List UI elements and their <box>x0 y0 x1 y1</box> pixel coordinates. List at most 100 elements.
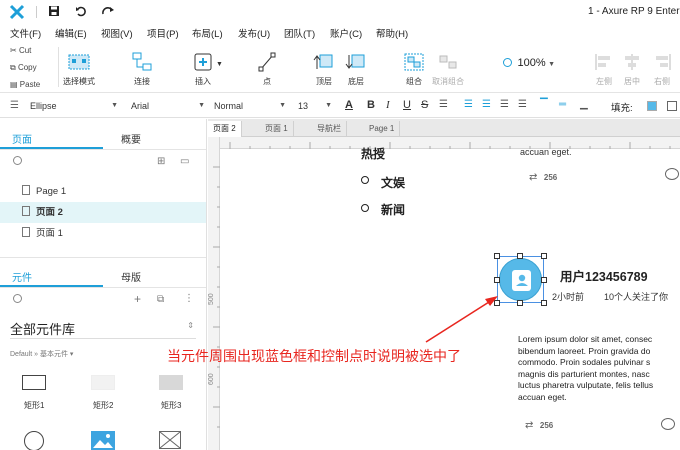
undo-icon[interactable] <box>74 5 88 19</box>
resize-handle[interactable] <box>494 253 500 259</box>
insert-dropdown-icon[interactable]: ▼ <box>216 61 223 68</box>
add-folder-icon[interactable]: ▭ <box>180 156 189 167</box>
valign-top-icon[interactable]: ▔ <box>540 99 548 110</box>
bold-icon[interactable]: B <box>367 99 375 111</box>
tab-masters[interactable]: 母版 <box>121 269 141 284</box>
font-size-select[interactable]: 13 ▼ <box>298 98 334 114</box>
align-text-center-icon[interactable]: ☰ <box>482 99 491 110</box>
menu-file[interactable]: 文件(F) <box>10 26 41 40</box>
follow-notice[interactable]: 10个人关注了你 <box>604 290 668 303</box>
cut-button[interactable]: ✂ Cut <box>10 46 31 55</box>
strikethrough-icon[interactable]: S <box>421 99 428 111</box>
menu-edit[interactable]: 编辑(E) <box>55 26 87 40</box>
ungroup-button[interactable]: 取消组合 <box>426 51 470 87</box>
search-icon <box>503 58 512 67</box>
ellipse-widget-icon[interactable] <box>24 431 44 450</box>
resize-handle[interactable] <box>541 300 547 306</box>
font-style-select[interactable]: Normal ▼ <box>214 98 288 114</box>
italic-icon[interactable]: I <box>386 99 390 111</box>
border-color-swatch[interactable] <box>667 101 677 111</box>
resize-handle[interactable] <box>517 300 523 306</box>
more-icon[interactable]: ⋮ <box>184 293 194 304</box>
save-icon[interactable] <box>47 5 61 19</box>
shape-select[interactable]: Ellipse ▼ <box>30 98 120 114</box>
format-bar: ☰ Ellipse ▼ Arial ▼ Normal ▼ 13 ▼ A B I … <box>0 94 680 118</box>
align-right-button[interactable]: 右侧 <box>640 51 680 87</box>
menu-help[interactable]: 帮助(H) <box>376 26 408 40</box>
align-text-left-icon[interactable]: ☰ <box>464 99 473 110</box>
menu-bar: 文件(F) 编辑(E) 视图(V) 项目(P) 布局(L) 发布(U) 团队(T… <box>0 24 680 41</box>
menu-layout[interactable]: 布局(L) <box>192 26 223 40</box>
search-icon[interactable] <box>13 294 22 303</box>
post-text[interactable]: accuan eget. <box>520 147 572 157</box>
rectangle-widget-icon[interactable] <box>22 375 46 390</box>
align-right-icon <box>656 54 671 70</box>
search-icon[interactable] <box>13 156 22 165</box>
library-select[interactable]: 全部元件库 ⇕ <box>10 319 196 339</box>
menu-team[interactable]: 团队(T) <box>284 26 315 40</box>
tab-pages[interactable]: 页面 <box>12 131 32 146</box>
tab-page1[interactable]: 页面 1 <box>260 121 294 137</box>
connect-button[interactable]: 连接 <box>120 51 164 87</box>
send-to-back-button[interactable]: 底层 <box>334 51 378 87</box>
justify-icon[interactable]: ☰ <box>518 99 527 110</box>
menu-account[interactable]: 账户(C) <box>330 26 362 40</box>
post-time[interactable]: 2小时前 <box>552 290 584 303</box>
copy-button[interactable]: ⧉ Copy <box>10 63 37 73</box>
paste-button[interactable]: ▤ Paste <box>10 80 40 89</box>
main-toolbar: ✂ Cut ⧉ Copy ▤ Paste 选择模式 连接 插入 ▼ 点 顶层 底… <box>0 41 680 93</box>
design-canvas[interactable]: 热授 accuan eget. ⇄ 256 文娱 新闻 用户123456789 … <box>167 147 680 450</box>
page-item-selected[interactable]: 页面 2 <box>0 202 206 223</box>
list-item[interactable]: 新闻 <box>381 201 405 218</box>
add-library-icon[interactable]: + <box>134 292 141 306</box>
user-name[interactable]: 用户123456789 <box>560 266 648 285</box>
align-text-right-icon[interactable]: ☰ <box>500 99 509 110</box>
zoom-control[interactable]: 100% ▼ <box>503 57 555 69</box>
menu-project[interactable]: 项目(P) <box>147 26 179 40</box>
page-item[interactable]: Page 1 <box>0 181 206 202</box>
bullet-list-icon[interactable]: ☰ <box>439 99 448 110</box>
post-body[interactable]: Lorem ipsum dolor sit amet, consec biben… <box>518 334 680 403</box>
point-button[interactable]: 点 <box>245 51 289 87</box>
tab-page2[interactable]: 页面 2 <box>208 121 242 137</box>
font-family-select[interactable]: Arial ▼ <box>131 98 207 114</box>
chevron-down-icon: ▼ <box>198 102 205 109</box>
insert-button[interactable]: 插入 <box>181 51 225 87</box>
valign-middle-icon[interactable]: ═ <box>559 99 566 110</box>
select-mode-icon <box>68 54 90 70</box>
select-mode-button[interactable]: 选择模式 <box>57 51 101 87</box>
menu-publish[interactable]: 发布(U) <box>238 26 270 40</box>
placeholder-widget-icon[interactable] <box>159 431 181 449</box>
retweet-icon: ⇄ <box>529 172 538 183</box>
rectangle2-widget-icon[interactable] <box>91 375 115 390</box>
comment-icon[interactable] <box>665 168 679 180</box>
list-item[interactable]: 文娱 <box>381 174 405 191</box>
retweet-stat[interactable]: ⇄ 256 <box>525 420 553 431</box>
image-widget-icon[interactable] <box>91 431 115 450</box>
page-item[interactable]: 页面 1 <box>0 223 206 244</box>
plus-icon <box>194 53 212 71</box>
valign-bottom-icon[interactable]: ▁ <box>580 99 588 110</box>
tab-widgets[interactable]: 元件 <box>12 269 32 284</box>
underline-icon[interactable]: U <box>403 99 411 111</box>
library-breadcrumb[interactable]: Default » 基本元件 ▾ <box>10 349 73 359</box>
tab-page1-en[interactable]: Page 1 <box>364 121 401 137</box>
resize-handle[interactable] <box>517 253 523 259</box>
library-icon[interactable]: ⧉ <box>157 294 164 305</box>
tab-outline[interactable]: 概要 <box>121 131 141 146</box>
vertical-ruler: 500 600 700 <box>208 137 220 450</box>
list-item[interactable]: 热授 <box>361 145 385 162</box>
add-page-icon[interactable]: ⊞ <box>157 156 165 167</box>
menu-view[interactable]: 视图(V) <box>101 26 133 40</box>
widget-label: 矩形3 <box>161 401 182 410</box>
resize-handle[interactable] <box>541 253 547 259</box>
resize-handle[interactable] <box>541 277 547 283</box>
fill-color-swatch[interactable] <box>647 101 657 111</box>
rectangle3-widget-icon[interactable] <box>159 375 183 390</box>
comment-icon[interactable] <box>661 418 675 430</box>
retweet-stat[interactable]: ⇄ 256 <box>529 172 557 183</box>
redo-icon[interactable] <box>101 5 115 19</box>
tab-navbar[interactable]: 导航栏 <box>312 121 347 137</box>
point-icon <box>258 52 276 72</box>
font-color-icon[interactable]: A <box>345 99 353 111</box>
